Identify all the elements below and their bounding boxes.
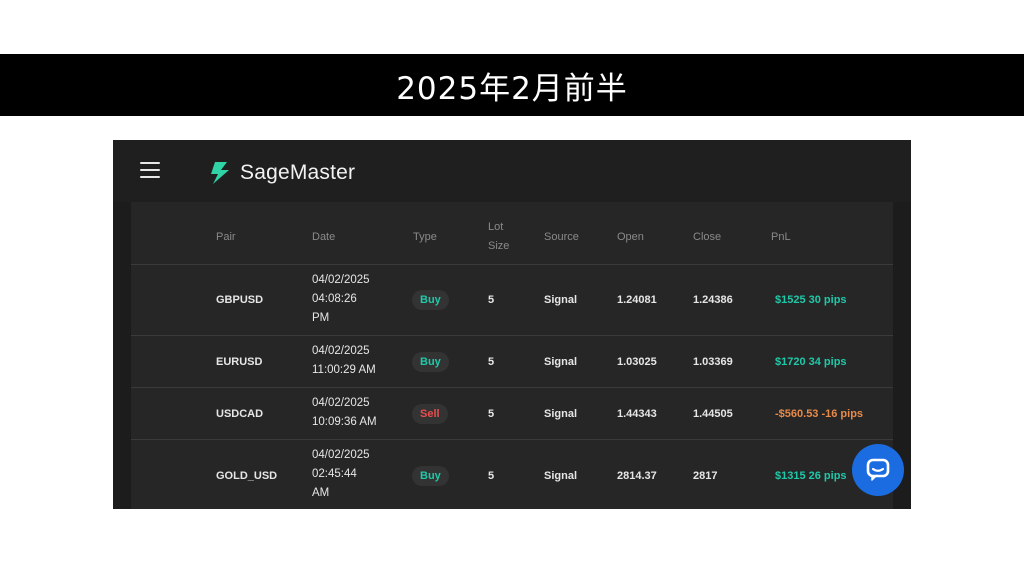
cell-close: 1.24386: [693, 294, 733, 306]
cell-source: Signal: [544, 294, 578, 306]
header-source: Source: [544, 231, 579, 243]
cell-lot: 5: [488, 356, 495, 368]
type-badge-buy: Buy: [412, 466, 449, 486]
cell-pnl: -$560.53 -16 pips: [775, 408, 864, 420]
cell-lot: 5: [488, 408, 495, 420]
trades-table: Pair Date Type Lot Size Source Open Clos…: [131, 202, 893, 509]
app-header: SageMaster: [113, 140, 911, 202]
cell-open: 2814.37: [617, 470, 657, 482]
cell-close: 1.44505: [693, 408, 733, 420]
cell-lot: 5: [488, 470, 495, 482]
type-badge-buy: Buy: [412, 352, 449, 372]
table-header: Pair Date Type Lot Size Source Open Clos…: [131, 202, 893, 265]
cell-pnl: $1720 34 pips: [775, 356, 847, 368]
cell-lot: 5: [488, 294, 495, 306]
cell-source: Signal: [544, 356, 578, 368]
header-open: Open: [617, 231, 644, 243]
bolt-logo-icon: [211, 162, 229, 184]
table-row[interactable]: GBPUSD 04/02/2025 04:08:26 PM Buy 5 Sign…: [131, 265, 893, 336]
cell-pnl: $1315 26 pips: [775, 470, 847, 482]
chat-bubble-icon: [866, 458, 890, 481]
date-line: 04/02/2025: [312, 274, 370, 286]
table-row[interactable]: EURUSD 04/02/2025 11:00:29 AM Buy 5 Sign…: [131, 336, 893, 388]
date-line: 04/02/2025: [312, 397, 370, 409]
type-badge-buy: Buy: [412, 290, 449, 310]
slide-title-bar: 2025年2月前半: [0, 54, 1024, 116]
cell-pair: USDCAD: [216, 408, 264, 420]
slide-title: 2025年2月前半: [396, 70, 628, 107]
cell-pnl: $1525 30 pips: [775, 294, 847, 306]
cell-open: 1.03025: [617, 356, 657, 368]
header-pair: Pair: [216, 231, 236, 243]
type-badge-sell: Sell: [412, 404, 448, 424]
date-line: 04/02/2025: [312, 345, 370, 357]
brand-name: SageMaster: [240, 161, 356, 184]
ampm-line: AM: [312, 487, 330, 499]
cell-close: 2817: [693, 470, 718, 482]
header-close: Close: [693, 231, 722, 243]
sagemaster-app-screenshot: SageMaster Pair Date Type Lot Size Sourc…: [113, 140, 911, 509]
time-line: 10:09:36 AM: [312, 416, 377, 428]
cell-pair: EURUSD: [216, 356, 263, 368]
ampm-line: PM: [312, 312, 330, 324]
cell-pair: GBPUSD: [216, 294, 264, 306]
header-lot-line2: Size: [488, 240, 510, 252]
cell-date: 04/02/2025 02:45:44 AM: [312, 446, 370, 503]
header-lot-line1: Lot: [488, 221, 504, 233]
time-line: 11:00:29 AM: [312, 364, 376, 376]
brand-logo[interactable]: SageMaster: [207, 159, 355, 187]
header-type: Type: [413, 231, 437, 243]
cell-source: Signal: [544, 408, 578, 420]
cell-date: 04/02/2025 10:09:36 AM: [312, 394, 377, 432]
hamburger-icon[interactable]: [140, 162, 160, 178]
cell-date: 04/02/2025 04:08:26 PM: [312, 271, 370, 328]
header-pnl: PnL: [771, 231, 791, 243]
time-line: 02:45:44: [312, 468, 357, 480]
table-row[interactable]: GOLD_USD 04/02/2025 02:45:44 AM Buy 5 Si…: [131, 440, 893, 509]
cell-source: Signal: [544, 470, 578, 482]
cell-open: 1.24081: [617, 294, 657, 306]
cell-date: 04/02/2025 11:00:29 AM: [312, 342, 376, 380]
cell-open: 1.44343: [617, 408, 657, 420]
time-line: 04:08:26: [312, 293, 357, 305]
cell-pair: GOLD_USD: [216, 470, 278, 482]
header-date: Date: [312, 231, 336, 243]
date-line: 04/02/2025: [312, 449, 370, 461]
cell-close: 1.03369: [693, 356, 733, 368]
table-row[interactable]: USDCAD 04/02/2025 10:09:36 AM Sell 5 Sig…: [131, 388, 893, 440]
chat-button[interactable]: [852, 444, 904, 496]
